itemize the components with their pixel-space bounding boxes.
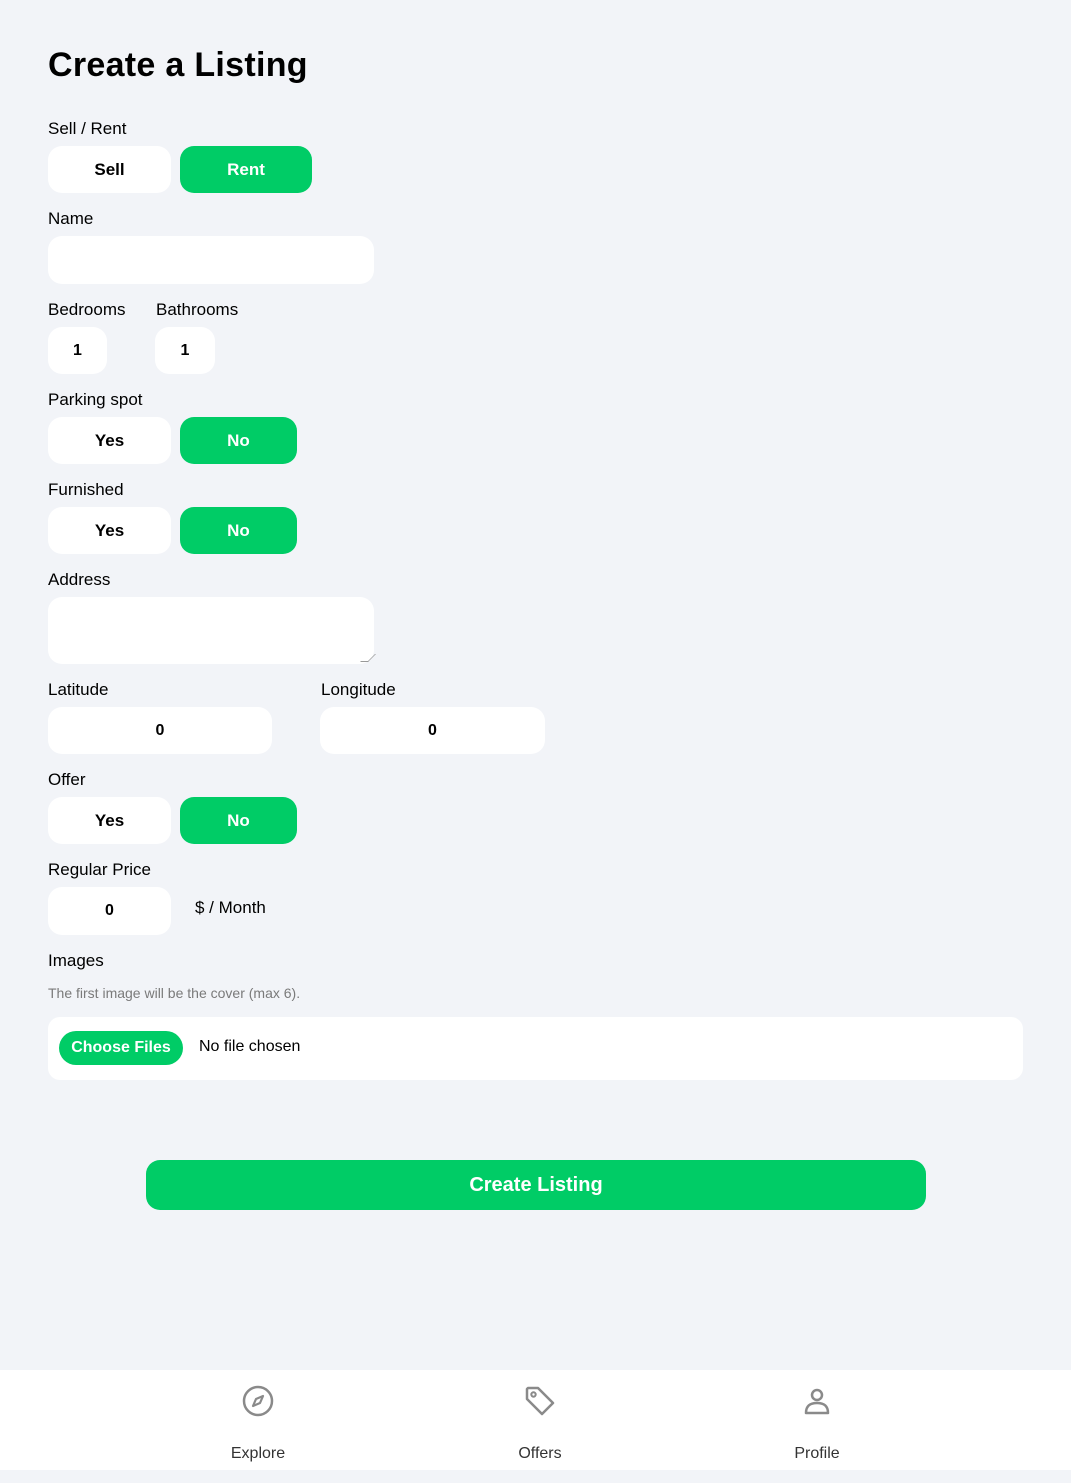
choose-files-button[interactable]: Choose Files xyxy=(59,1031,183,1065)
longitude-input[interactable]: 0 xyxy=(320,707,545,754)
offer-label: Offer xyxy=(48,770,86,789)
address-label: Address xyxy=(48,570,111,589)
bedrooms-input[interactable]: 1 xyxy=(48,327,107,374)
offer-yes-button[interactable]: Yes xyxy=(48,797,171,844)
furnished-yes-button[interactable]: Yes xyxy=(48,507,171,554)
nav-item-explore[interactable]: Explore xyxy=(188,1370,328,1470)
regular-price-label: Regular Price xyxy=(48,860,151,879)
address-textarea[interactable] xyxy=(48,597,376,664)
nav-label-offers: Offers xyxy=(518,1445,562,1462)
tag-icon xyxy=(525,1386,555,1416)
compass-icon xyxy=(242,1385,274,1417)
bathrooms-label: Bathrooms xyxy=(156,300,239,319)
nav-item-profile[interactable]: Profile xyxy=(747,1370,887,1470)
nav-label-profile: Profile xyxy=(794,1445,840,1462)
bathrooms-input[interactable]: 1 xyxy=(155,327,215,374)
parking-yes-button[interactable]: Yes xyxy=(48,417,171,464)
images-label: Images xyxy=(48,951,104,970)
latitude-input[interactable]: 0 xyxy=(48,707,272,754)
images-hint: The first image will be the cover (max 6… xyxy=(48,985,301,1001)
create-listing-button[interactable]: Create Listing xyxy=(146,1160,926,1210)
rent-button[interactable]: Rent xyxy=(180,146,312,193)
page-title: Create a Listing xyxy=(48,46,308,84)
offer-no-button[interactable]: No xyxy=(180,797,297,844)
person-icon xyxy=(804,1388,830,1415)
sell-button[interactable]: Sell xyxy=(48,146,171,193)
bedrooms-label: Bedrooms xyxy=(48,300,126,319)
price-unit: $ / Month xyxy=(195,898,266,917)
file-status: No file chosen xyxy=(199,1038,301,1055)
parking-label: Parking spot xyxy=(48,390,143,409)
resize-handle[interactable] xyxy=(360,654,376,662)
name-label: Name xyxy=(48,209,94,228)
longitude-label: Longitude xyxy=(321,680,396,699)
furnished-label: Furnished xyxy=(48,480,124,499)
nav-label-explore: Explore xyxy=(230,1445,286,1462)
name-input[interactable] xyxy=(48,236,374,284)
bottom-navbar: Explore Offers Profile xyxy=(0,1370,1071,1470)
latitude-label: Latitude xyxy=(48,680,109,699)
file-input[interactable]: Choose Files No file chosen xyxy=(48,1017,1023,1080)
parking-no-button[interactable]: No xyxy=(180,417,297,464)
regular-price-input[interactable]: 0 xyxy=(48,887,171,935)
create-listing-page: Create a Listing Sell / Rent Sell Rent N… xyxy=(0,0,1071,1370)
nav-item-offers[interactable]: Offers xyxy=(470,1370,610,1470)
furnished-no-button[interactable]: No xyxy=(180,507,297,554)
sell-rent-label: Sell / Rent xyxy=(48,119,127,138)
